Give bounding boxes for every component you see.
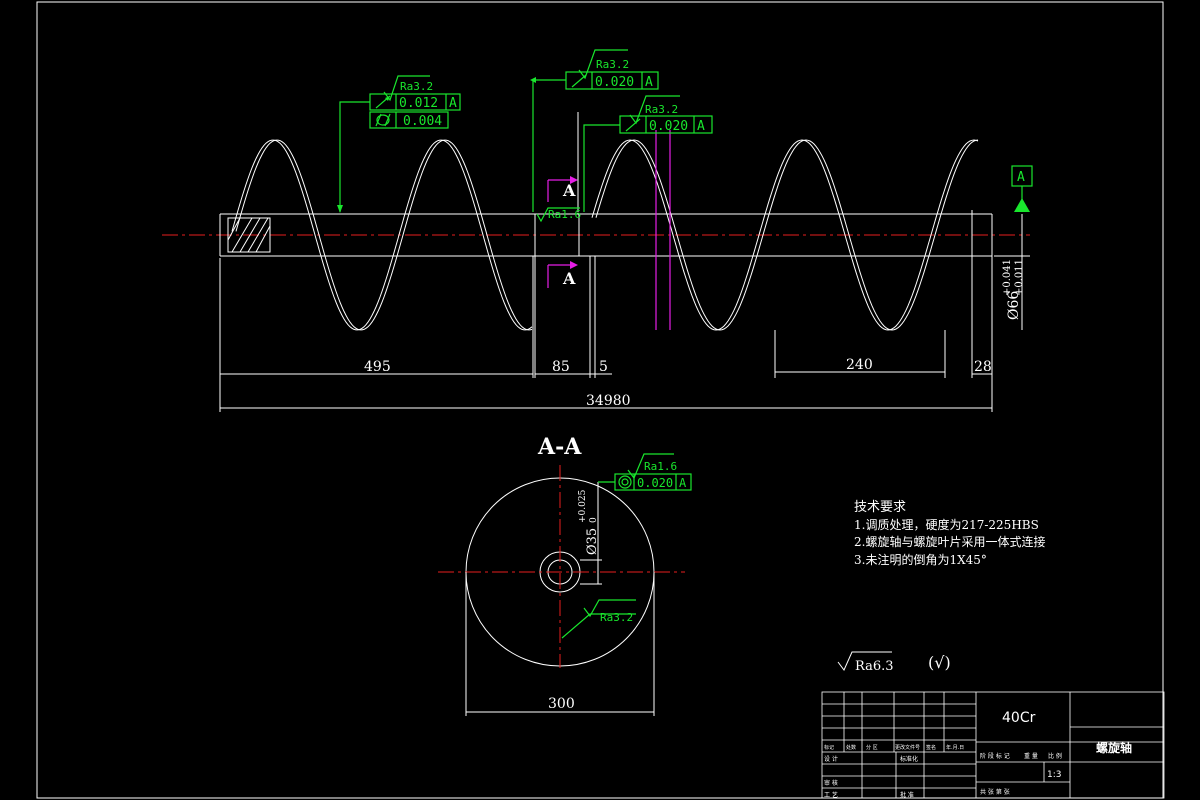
concentricity-icon xyxy=(618,475,632,489)
dim-bore-dia: Ø35 xyxy=(585,528,600,555)
fcf-3-datum: A xyxy=(645,75,653,90)
roughness-label-4: Ra1.6 xyxy=(548,208,581,221)
tb-right-0: 阶 段 标 记 xyxy=(980,752,1010,760)
tb-material: 40Cr xyxy=(1002,710,1036,726)
title-block: 40Cr 螺旋轴 1:3 标记 处数 分 区 更改文件号 签名 年.月.日 设 … xyxy=(821,691,1165,799)
fcf-2-value: 0.004 xyxy=(403,114,442,129)
fcf-3-value: 0.020 xyxy=(595,75,634,90)
roughness-label-6: Ra3.2 xyxy=(600,611,633,624)
tb-header-3: 更改文件号 xyxy=(895,744,920,751)
main-view: A A A Ra3.2 0.012 A 0.004 Ra3.2 0.020 A … xyxy=(162,49,1033,412)
tb-header-0: 标记 xyxy=(824,744,834,751)
tb-sheet-info: 共 张 第 张 xyxy=(980,788,1010,796)
dim-shaft-tol-upper: +0.041 xyxy=(1002,259,1013,296)
roughness-label-5: Ra1.6 xyxy=(644,460,677,473)
note-2: 2.螺旋轴与螺旋叶片采用一体式连接 xyxy=(854,534,1045,549)
tb-header-5: 年.月.日 xyxy=(946,744,964,751)
dim-85: 85 xyxy=(552,359,570,375)
dim-bore-tol-lower: 0 xyxy=(589,517,599,523)
datum-a: A xyxy=(1011,165,1033,212)
leader-1 xyxy=(339,101,370,212)
tolerance-group-2: Ra3.2 0.020 A xyxy=(530,49,659,212)
note-3: 3.未注明的倒角为1X45° xyxy=(854,552,987,567)
fcf-1-datum: A xyxy=(449,96,457,111)
dim-495: 495 xyxy=(364,359,391,375)
runout-icon-3 xyxy=(625,118,641,132)
general-roughness-label: Ra6.3 xyxy=(855,659,894,674)
tolerance-group-1: Ra3.2 0.012 A 0.004 xyxy=(337,75,461,213)
notes-title: 技术要求 xyxy=(854,500,906,515)
leader-2 xyxy=(532,79,566,212)
general-roughness-paren: (√) xyxy=(928,653,951,672)
roughness-label-2: Ra3.2 xyxy=(596,58,629,71)
tb-row-4: 批 准 xyxy=(900,791,914,799)
fcf-4-value: 0.020 xyxy=(649,119,688,134)
tb-header-2: 分 区 xyxy=(866,744,878,751)
fcf-4-datum: A xyxy=(697,119,705,134)
fcf-5-value: 0.020 xyxy=(637,476,673,490)
section-marker-bottom: A xyxy=(562,269,576,288)
dim-5: 5 xyxy=(599,359,608,375)
fcf-5-datum: A xyxy=(679,476,687,490)
technical-notes: 技术要求 1.调质处理，硬度为217-225HBS 2.螺旋轴与螺旋叶片采用一体… xyxy=(854,500,1045,567)
general-roughness: Ra6.3 (√) xyxy=(837,651,951,674)
tb-right-2: 比 例 xyxy=(1048,752,1062,760)
tb-right-1: 重 量 xyxy=(1024,752,1038,760)
runout-icon-2 xyxy=(571,74,587,88)
roughness-label-1: Ra3.2 xyxy=(400,80,433,93)
engineering-drawing: A A A Ra3.2 0.012 A 0.004 Ra3.2 0.020 A … xyxy=(36,1,1165,799)
dim-300: 300 xyxy=(548,696,575,712)
tb-row-2: 审 核 xyxy=(824,779,838,787)
roughness-label-3: Ra3.2 xyxy=(645,103,678,116)
tb-header-4: 签名 xyxy=(926,744,936,751)
note-1: 1.调质处理，硬度为217-225HBS xyxy=(854,517,1039,532)
tb-row-1: 标准化 xyxy=(900,755,918,763)
dim-240: 240 xyxy=(846,357,873,373)
dim-34980: 34980 xyxy=(586,393,631,409)
tb-scale: 1:3 xyxy=(1047,770,1061,780)
tb-row-0: 设 计 xyxy=(824,755,838,763)
dim-28: 28 xyxy=(974,359,992,375)
fcf-1-value: 0.012 xyxy=(399,96,438,111)
tb-header-1: 处数 xyxy=(846,744,856,751)
datum-label: A xyxy=(1017,170,1025,185)
dim-bore-tol-upper: +0.025 xyxy=(578,489,588,523)
tb-part-name: 螺旋轴 xyxy=(1096,740,1132,755)
section-title: A-A xyxy=(537,434,582,460)
tb-row-3: 工 艺 xyxy=(824,791,838,799)
section-view: A-A Ø35 +0.025 0 Ra1.6 0.020 A Ra3.2 300 xyxy=(438,434,692,716)
dim-shaft-tol-lower: +0.011 xyxy=(1014,259,1025,296)
section-marker-top: A xyxy=(562,181,576,200)
